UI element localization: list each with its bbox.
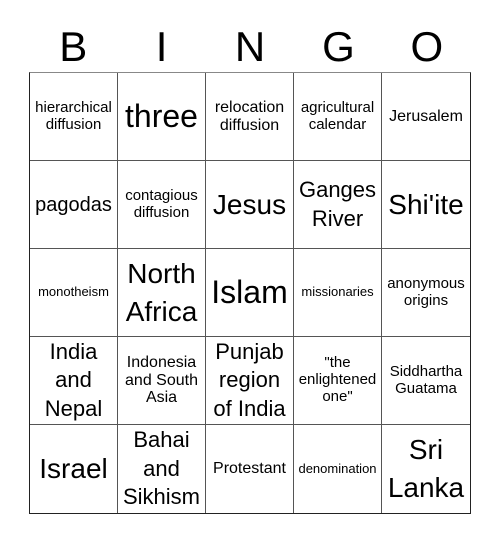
bingo-cell[interactable]: "the enlightened one" — [294, 337, 382, 425]
bingo-cell[interactable]: denomination — [294, 425, 382, 513]
header-letter-i: I — [155, 23, 168, 70]
bingo-cell[interactable]: contagious diffusion — [118, 161, 206, 249]
bingo-cell[interactable]: Protestant — [206, 425, 294, 513]
header-letter-o: O — [410, 23, 444, 70]
bingo-grid: hierarchical diffusion three relocation … — [29, 72, 471, 514]
bingo-cell[interactable]: monotheism — [30, 249, 118, 337]
bingo-header: B I N G O — [29, 22, 471, 72]
bingo-cell[interactable]: Punjab region of India — [206, 337, 294, 425]
bingo-cell[interactable]: Indonesia and South Asia — [118, 337, 206, 425]
bingo-cell[interactable]: Bahai and Sikhism — [118, 425, 206, 513]
bingo-cell[interactable]: Sri Lanka — [382, 425, 470, 513]
bingo-cell[interactable]: North Africa — [118, 249, 206, 337]
bingo-cell[interactable]: India and Nepal — [30, 337, 118, 425]
bingo-cell[interactable]: relocation diffusion — [206, 73, 294, 161]
bingo-cell[interactable]: hierarchical diffusion — [30, 73, 118, 161]
bingo-cell[interactable]: Ganges River — [294, 161, 382, 249]
bingo-cell[interactable]: anonymous origins — [382, 249, 470, 337]
bingo-cell[interactable]: Islam — [206, 249, 294, 337]
header-letter-n: N — [234, 23, 266, 70]
bingo-cell[interactable]: Jesus — [206, 161, 294, 249]
header-letter-g: G — [322, 23, 355, 70]
bingo-cell[interactable]: Siddhartha Guatama — [382, 337, 470, 425]
bingo-cell[interactable]: pagodas — [30, 161, 118, 249]
bingo-cell[interactable]: missionaries — [294, 249, 382, 337]
header-letter-b: B — [59, 23, 88, 70]
bingo-cell[interactable]: three — [118, 73, 206, 161]
bingo-cell[interactable]: agricultural calendar — [294, 73, 382, 161]
bingo-cell[interactable]: Jerusalem — [382, 73, 470, 161]
bingo-cell[interactable]: Israel — [30, 425, 118, 513]
bingo-cell[interactable]: Shi'ite — [382, 161, 470, 249]
